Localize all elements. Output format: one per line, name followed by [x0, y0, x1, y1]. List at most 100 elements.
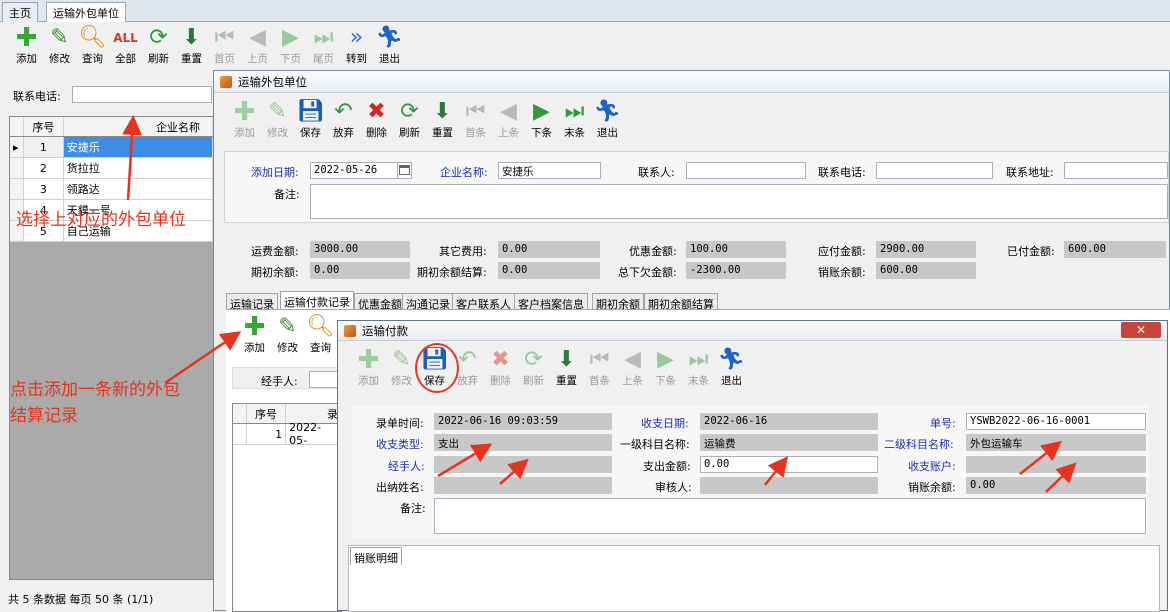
prev-icon: ◀: [500, 99, 517, 124]
unit-button-6[interactable]: ⬇ 重置: [426, 99, 459, 140]
unit-button-1[interactable]: ✎ 修改: [261, 99, 294, 140]
subject2-label: 二级科目名称:: [884, 438, 954, 451]
payment-button-4[interactable]: ✖ 删除: [484, 347, 517, 388]
delete-icon: ✖: [491, 347, 510, 372]
main-button-10[interactable]: » 转到: [340, 25, 373, 66]
payment-window: 运输付款 ✕ ✚ 添加 ✎ 修改 💾︎ 保存 ↶ 放弃 ✖ 删除 ⟳ 刷新 ⬇ 重置 ⏮ 首条 ◀ 上条 ▶ 下条 ⏭ 末…: [337, 320, 1168, 612]
unit-button-4[interactable]: ✖ 删除: [360, 99, 393, 140]
remark-label: 备注:: [274, 188, 300, 201]
sub-button-0[interactable]: ✚ 添加: [238, 314, 271, 355]
unit-button-11[interactable]: 🏃︎ 退出: [591, 99, 624, 140]
remark-input[interactable]: [310, 184, 1168, 219]
phone-input[interactable]: [876, 162, 993, 179]
company-input[interactable]: 安捷乐: [498, 162, 601, 179]
contact-input[interactable]: [686, 162, 806, 179]
main-button-7[interactable]: ◀ 上页: [241, 25, 274, 66]
amount-label: 支出金额:: [643, 460, 691, 473]
unit-button-label: 下条: [531, 127, 552, 139]
initial-settle-value: 0.00: [498, 262, 600, 279]
freight-value: 3000.00: [310, 241, 410, 258]
unit-button-9[interactable]: ▶ 下条: [525, 99, 558, 140]
unit-button-label: 保存: [300, 127, 321, 139]
handler-filter-label: 经手人:: [261, 375, 298, 388]
refresh-icon: ⟳: [149, 25, 168, 50]
table-row[interactable]: 1 2022-05-: [233, 421, 341, 447]
payment-button-5[interactable]: ⟳ 刷新: [517, 347, 550, 388]
tab-home[interactable]: 主页: [2, 2, 38, 22]
subject1-select[interactable]: 运输费: [700, 434, 878, 451]
unit-button-3[interactable]: ↶ 放弃: [327, 99, 360, 140]
main-button-9[interactable]: ⏭ 尾页: [307, 25, 340, 66]
payment-button-1[interactable]: ✎ 修改: [385, 347, 418, 388]
main-button-1[interactable]: ✎ 修改: [43, 25, 76, 66]
add-date-input[interactable]: 2022-05-26: [310, 162, 398, 179]
payment-button-9[interactable]: ▶ 下条: [649, 347, 682, 388]
sub-button-2[interactable]: 🔍︎ 查询: [304, 314, 337, 355]
refresh-icon: ⟳: [524, 347, 543, 372]
main-button-4[interactable]: ⟳ 刷新: [142, 25, 175, 66]
payable-label: 应付金额:: [818, 245, 866, 258]
plus-icon: ✚: [357, 345, 380, 375]
payment-button-6[interactable]: ⬇ 重置: [550, 347, 583, 388]
list-item[interactable]: 2 货拉拉: [10, 158, 213, 179]
address-input[interactable]: [1064, 162, 1168, 179]
calendar-icon[interactable]: [397, 162, 412, 179]
exit-icon: 🏃︎: [375, 25, 404, 50]
unit-button-10[interactable]: ⏭ 末条: [558, 99, 591, 140]
doc-no-label: 单号:: [930, 417, 956, 430]
sub-button-label: 查询: [310, 342, 331, 354]
main-button-0[interactable]: ✚ 添加: [10, 25, 43, 66]
tab-1[interactable]: 运输付款记录: [280, 291, 354, 311]
unit-button-label: 修改: [267, 127, 288, 139]
tab-outsource[interactable]: 运输外包单位: [46, 2, 126, 22]
list-item[interactable]: 3 领路达: [10, 179, 213, 200]
doc-no-value[interactable]: YSWB2022-06-16-0001: [966, 413, 1146, 430]
next-icon: ▶: [282, 25, 299, 50]
main-button-label: 退出: [379, 53, 400, 65]
subject2-select[interactable]: 外包运输车: [966, 434, 1146, 451]
payment-button-11[interactable]: 🏃︎ 退出: [715, 347, 748, 388]
handler-select[interactable]: [434, 456, 612, 473]
payment-remark-input[interactable]: [434, 498, 1146, 534]
cashier-select[interactable]: [434, 477, 612, 494]
payment-button-label: 添加: [358, 375, 379, 387]
payment-button-8[interactable]: ◀ 上条: [616, 347, 649, 388]
main-toolbar: ✚ 添加 ✎ 修改 🔍︎ 查询 ALL 全部 ⟳ 刷新 ⬇ 重置 ⏮ 首页 ◀ 上页 ▶ 下页 ⏭ 尾页 » 转到 🏃︎ 退出: [10, 25, 406, 66]
unit-button-8[interactable]: ◀ 上条: [492, 99, 525, 140]
main-button-11[interactable]: 🏃︎ 退出: [373, 25, 406, 66]
unit-button-label: 刷新: [399, 127, 420, 139]
payment-remark-label: 备注:: [400, 502, 426, 515]
tab-writeoff-detail[interactable]: 销账明细: [350, 547, 402, 565]
unit-button-7[interactable]: ⏮ 首条: [459, 99, 492, 140]
unit-button-label: 放弃: [333, 127, 354, 139]
unit-button-5[interactable]: ⟳ 刷新: [393, 99, 426, 140]
payment-button-0[interactable]: ✚ 添加: [352, 347, 385, 388]
edit-icon: ✎: [50, 25, 69, 50]
unit-button-0[interactable]: ✚ 添加: [228, 99, 261, 140]
last-icon: ⏭: [313, 25, 334, 50]
close-icon[interactable]: ✕: [1121, 322, 1161, 338]
sub-button-1[interactable]: ✎ 修改: [271, 314, 304, 355]
payment-button-7[interactable]: ⏮ 首条: [583, 347, 616, 388]
search-phone-input[interactable]: [72, 86, 212, 103]
main-button-2[interactable]: 🔍︎ 查询: [76, 25, 109, 66]
amount-input[interactable]: 0.00: [700, 456, 878, 473]
unit-button-2[interactable]: 💾︎ 保存: [294, 99, 327, 140]
list-item[interactable]: ▸ 1 安捷乐: [10, 137, 213, 158]
annotation-select: 选择上对应的外包单位: [16, 210, 186, 230]
other-fee-value: 0.00: [498, 241, 600, 258]
auditor-select[interactable]: [700, 477, 878, 494]
detail-panel: [348, 545, 1160, 612]
plus-icon: ✚: [15, 23, 38, 53]
main-button-5[interactable]: ⬇ 重置: [175, 25, 208, 66]
cashier-label: 出纳姓名:: [376, 481, 424, 494]
main-button-3[interactable]: ALL 全部: [109, 25, 142, 66]
handler-filter-input[interactable]: [309, 371, 339, 388]
main-button-8[interactable]: ▶ 下页: [274, 25, 307, 66]
pay-type-select[interactable]: 支出: [434, 434, 612, 451]
sub-toolbar: ✚ 添加 ✎ 修改 🔍︎ 查询: [238, 314, 337, 355]
main-button-6[interactable]: ⏮ 首页: [208, 25, 241, 66]
delete-icon: ✖: [367, 99, 386, 124]
payment-button-10[interactable]: ⏭ 末条: [682, 347, 715, 388]
account-select[interactable]: [966, 456, 1146, 473]
